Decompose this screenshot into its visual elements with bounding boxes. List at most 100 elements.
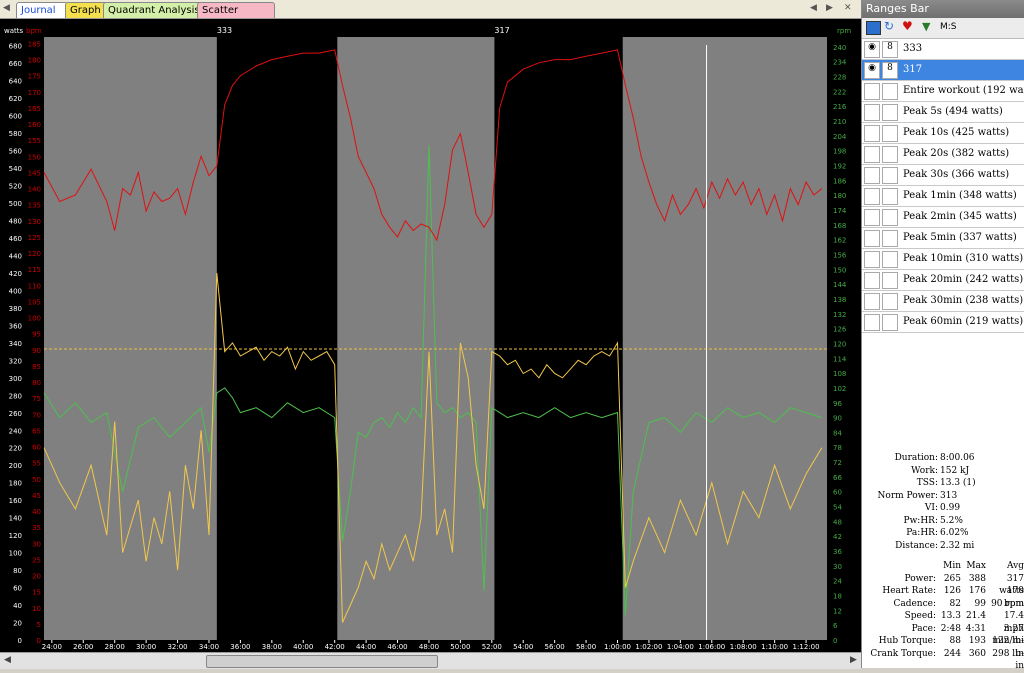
bpm-tick-label: 40: [32, 508, 41, 516]
lock-icon[interactable]: 8: [882, 62, 898, 79]
range-item[interactable]: Peak 1min (348 watts): [862, 186, 1024, 207]
range-item-label: Peak 60min (219 watts): [903, 316, 1024, 327]
x-tick-label: 1:12:00: [793, 643, 820, 651]
summary-row: Duration: 8:00.06: [862, 452, 1024, 465]
bpm-tick-label: 90: [32, 347, 41, 355]
rpm-tick-label: 120: [833, 340, 846, 348]
scroll-right-icon[interactable]: ▶: [850, 655, 857, 665]
stats-panel: Duration: 8:00.06 Work: 152 kJ TSS: 13.3 (1) N…: [862, 452, 1024, 671]
visibility-checkbox[interactable]: [864, 272, 880, 289]
tab-scatter-graph[interactable]: Scatter Graph: [197, 2, 275, 31]
range-item[interactable]: Peak 20s (382 watts): [862, 144, 1024, 165]
visibility-checkbox[interactable]: [864, 230, 880, 247]
gauge-icon[interactable]: ▼: [922, 20, 930, 33]
visibility-checkbox[interactable]: [864, 188, 880, 205]
x-tick-label: 58:00: [576, 643, 596, 651]
bpm-tick-label: 175: [28, 73, 41, 81]
x-tick-label: 50:00: [450, 643, 470, 651]
scrollbar-thumb[interactable]: [206, 655, 438, 668]
lock-checkbox[interactable]: [882, 293, 898, 310]
range-item[interactable]: Peak 5s (494 watts): [862, 102, 1024, 123]
lock-checkbox[interactable]: [882, 314, 898, 331]
watts-tick-label: 340: [9, 340, 22, 348]
bpm-tick-label: 60: [32, 444, 41, 452]
range-item[interactable]: Peak 30min (238 watts): [862, 291, 1024, 312]
rpm-tick-label: 30: [833, 563, 842, 571]
bpm-tick-label: 170: [28, 89, 41, 97]
stats-cell: 17.4 mph: [1003, 611, 1024, 634]
summary-key: Work:: [911, 465, 938, 476]
lock-checkbox[interactable]: [882, 125, 898, 142]
stats-cell: Power:: [904, 573, 936, 584]
lock-checkbox[interactable]: [882, 272, 898, 289]
visibility-checkbox[interactable]: [864, 104, 880, 121]
lock-icon[interactable]: 8: [882, 41, 898, 58]
tab-quadrant-analysis[interactable]: Quadrant Analysis: [103, 2, 205, 18]
range-item[interactable]: Entire workout (192 watts): [862, 81, 1024, 102]
range-item[interactable]: Peak 60min (219 watts): [862, 312, 1024, 333]
range-item[interactable]: Peak 5min (337 watts): [862, 228, 1024, 249]
visibility-checkbox[interactable]: [864, 314, 880, 331]
bpm-tick-label: 15: [32, 589, 41, 597]
range-item[interactable]: Peak 10min (310 watts): [862, 249, 1024, 270]
summary-value: 152 kJ: [940, 465, 970, 476]
tab-scroll-left-button[interactable]: ◀: [3, 3, 10, 13]
chart-icon[interactable]: [866, 21, 881, 35]
range-label: 333: [217, 26, 232, 35]
heart-icon[interactable]: ♥: [902, 19, 913, 33]
lock-checkbox[interactable]: [882, 209, 898, 226]
tab-prev-button[interactable]: ◀: [810, 3, 817, 13]
eye-icon[interactable]: ◉: [864, 62, 880, 79]
visibility-checkbox[interactable]: [864, 146, 880, 163]
lock-checkbox[interactable]: [882, 167, 898, 184]
x-tick-label: 1:00:00: [604, 643, 631, 651]
lock-checkbox[interactable]: [882, 83, 898, 100]
bpm-tick-label: 55: [32, 460, 41, 468]
lock-checkbox[interactable]: [882, 188, 898, 205]
watts-tick-label: 180: [9, 480, 22, 488]
watts-tick-label: 300: [9, 375, 22, 383]
visibility-checkbox[interactable]: [864, 209, 880, 226]
lock-checkbox[interactable]: [882, 146, 898, 163]
range-item[interactable]: Peak 2min (345 watts): [862, 207, 1024, 228]
x-tick-label: 38:00: [262, 643, 282, 651]
range-item[interactable]: Peak 20min (242 watts): [862, 270, 1024, 291]
ranges-bar-title: Ranges Bar: [862, 0, 1024, 18]
range-item[interactable]: ◉ 8 333: [862, 39, 1024, 60]
range-item[interactable]: ◉ 8 317: [862, 60, 1024, 81]
range-item-label: Peak 1min (348 watts): [903, 190, 1017, 201]
visibility-checkbox[interactable]: [864, 83, 880, 100]
stats-cell: Max: [966, 561, 986, 571]
tab-bar: ◀ Journal Graph Quadrant Analysis Scatte…: [0, 0, 861, 31]
time-format-toggle[interactable]: M:S: [940, 22, 957, 32]
watts-tick-label: 540: [9, 165, 22, 173]
lock-checkbox[interactable]: [882, 230, 898, 247]
lock-checkbox[interactable]: [882, 104, 898, 121]
summary-value: 2.32 mi: [940, 540, 975, 551]
range-item[interactable]: Peak 30s (366 watts): [862, 165, 1024, 186]
x-tick-label: 56:00: [545, 643, 565, 651]
watts-tick-label: 60: [13, 585, 22, 593]
tab-next-button[interactable]: ▶: [826, 3, 833, 13]
close-icon[interactable]: ✕: [844, 3, 852, 13]
stats-cell: Speed:: [904, 611, 936, 621]
bpm-tick-label: 80: [32, 379, 41, 387]
refresh-icon[interactable]: ↻: [884, 19, 894, 33]
scroll-left-icon[interactable]: ◀: [4, 655, 11, 665]
visibility-checkbox[interactable]: [864, 167, 880, 184]
bpm-tick-label: 30: [32, 540, 41, 548]
eye-icon[interactable]: ◉: [864, 41, 880, 58]
visibility-checkbox[interactable]: [864, 125, 880, 142]
range-item[interactable]: Peak 10s (425 watts): [862, 123, 1024, 144]
bpm-tick-label: 0: [37, 637, 41, 645]
graph-chart[interactable]: 333 317 watts bpm 0 20 40 60 80 100 120 140 160 180 20…: [0, 19, 861, 652]
x-tick-label: 48:00: [419, 643, 439, 651]
rpm-tick-label: 60: [833, 489, 842, 497]
tab-journal[interactable]: Journal: [16, 2, 68, 18]
lock-checkbox[interactable]: [882, 251, 898, 268]
visibility-checkbox[interactable]: [864, 251, 880, 268]
horizontal-scrollbar[interactable]: ◀ ▶: [0, 652, 861, 669]
range-item-label: Peak 5s (494 watts): [903, 106, 1003, 117]
visibility-checkbox[interactable]: [864, 293, 880, 310]
rpm-tick-label: 78: [833, 444, 842, 452]
